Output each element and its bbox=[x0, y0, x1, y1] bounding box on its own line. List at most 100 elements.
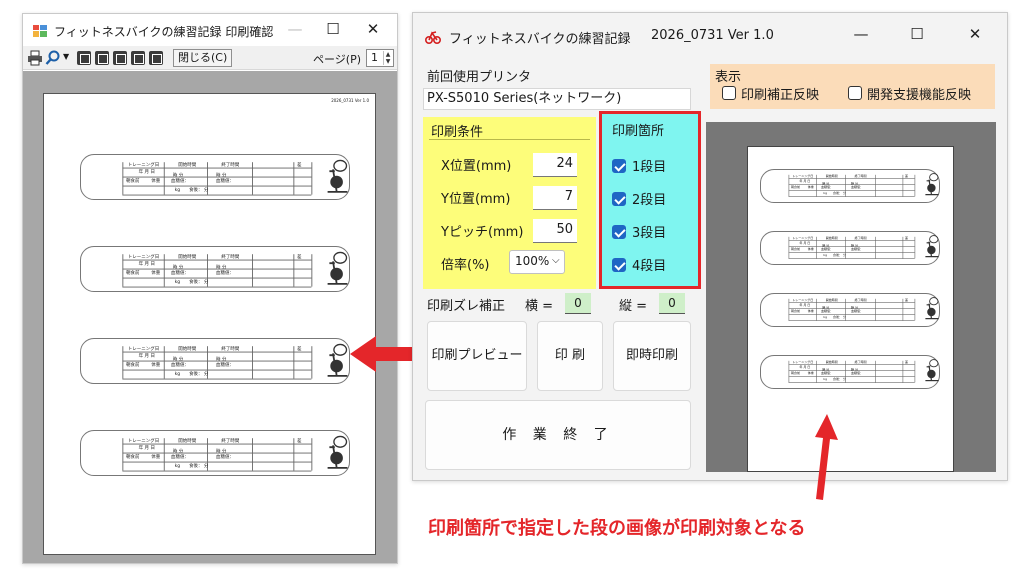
card-row-line bbox=[122, 286, 312, 288]
card-text: 血糖値： bbox=[216, 362, 235, 368]
preview-area: 2026_0731 Ver 1.0 トレーニング日 開始時間 終了時間差年 月 日時… bbox=[23, 71, 397, 563]
up-arrow-icon bbox=[815, 414, 838, 500]
offset-v-label: 縦 = bbox=[619, 299, 648, 314]
one-page-icon[interactable] bbox=[77, 51, 91, 65]
print-button[interactable]: 印 刷 bbox=[537, 321, 603, 391]
card-col-line bbox=[293, 438, 295, 471]
three-page-icon[interactable] bbox=[113, 51, 127, 65]
y-position-input[interactable]: 7 bbox=[533, 186, 577, 210]
card-text: 年 月 日 bbox=[138, 261, 155, 267]
finish-button[interactable]: 作 業 終 了 bbox=[425, 400, 691, 470]
card-text: 体重 bbox=[151, 270, 161, 276]
card-col-line bbox=[875, 236, 876, 259]
close-preview-button[interactable]: 閉じる(C) bbox=[173, 49, 233, 67]
card-text: 血糖値： bbox=[171, 454, 190, 460]
version-label: 2026_0731 Ver 1.0 bbox=[651, 28, 774, 43]
close-window-button[interactable]: ✕ bbox=[359, 20, 387, 38]
card-col-line bbox=[122, 438, 124, 471]
zoom-icon[interactable] bbox=[45, 50, 61, 66]
card-text: 差 bbox=[905, 298, 909, 303]
layout-preview-area: トレーニング日 開始時間 終了時間差年 月 日時 分時 分朝食前 体重 血糖値： 血糖値：… bbox=[706, 122, 996, 472]
layout-preview-page: トレーニング日 開始時間 終了時間差年 月 日時 分時 分朝食前 体重 血糖値： 血糖値：… bbox=[747, 146, 954, 472]
card-text: 食後： 分 bbox=[833, 315, 846, 320]
page-spinner[interactable]: 1 ▲ ▼ bbox=[366, 49, 394, 67]
two-page-icon[interactable] bbox=[95, 51, 109, 65]
card-text: 血糖値： bbox=[821, 309, 834, 314]
x-position-label: X位置(mm) bbox=[441, 159, 512, 174]
card-text: 血糖値： bbox=[171, 362, 190, 368]
label-card: トレーニング日 開始時間 終了時間差年 月 日時 分時 分朝食前 体重 血糖値： 血糖値：… bbox=[760, 231, 940, 265]
card-text: 開始時間 bbox=[825, 298, 838, 303]
maximize-button[interactable]: ☐ bbox=[319, 20, 347, 38]
card-col-line bbox=[816, 360, 817, 383]
card-col-line bbox=[293, 254, 295, 287]
preview-page: 2026_0731 Ver 1.0 トレーニング日 開始時間 終了時間差年 月 日時… bbox=[43, 93, 376, 555]
row1-checkbox[interactable] bbox=[612, 159, 626, 173]
card-text: トレーニング日 bbox=[127, 438, 160, 444]
close-window-button[interactable]: ✕ bbox=[961, 25, 989, 43]
card-col-line bbox=[311, 438, 313, 471]
card-text: 朝食前 bbox=[126, 362, 140, 368]
minimize-button[interactable]: — bbox=[847, 25, 875, 43]
card-col-line bbox=[122, 162, 124, 195]
card-col-line bbox=[163, 162, 165, 195]
minimize-button[interactable]: — bbox=[281, 20, 309, 38]
positions-label: 印刷箇所 bbox=[612, 124, 665, 139]
card-text: 開始時間 bbox=[178, 254, 197, 260]
card-row-line bbox=[122, 167, 312, 169]
card-text: 体重 bbox=[151, 454, 161, 460]
card-text: 終了時間 bbox=[221, 254, 240, 260]
offset-v-input[interactable]: 0 bbox=[659, 293, 685, 314]
row3-checkbox[interactable] bbox=[612, 225, 626, 239]
row4-checkbox[interactable] bbox=[612, 258, 626, 272]
card-text: 食後： 分 bbox=[189, 371, 209, 377]
card-text: 終了時間 bbox=[854, 174, 867, 179]
card-text: 開始時間 bbox=[825, 236, 838, 241]
display-options-panel: 表示 印刷補正反映 開発支援機能反映 bbox=[710, 64, 995, 109]
card-text: 差 bbox=[905, 236, 909, 241]
card-col-line bbox=[875, 174, 876, 197]
four-page-icon[interactable] bbox=[131, 51, 145, 65]
card-row-line bbox=[788, 320, 915, 321]
zoom-dropdown-icon[interactable]: ▼ bbox=[63, 52, 69, 61]
card-col-line bbox=[122, 254, 124, 287]
maximize-button[interactable]: ☐ bbox=[903, 25, 931, 43]
print-preview-button[interactable]: 印刷プレビュー bbox=[427, 321, 527, 391]
preview-toolbar: ▼ 閉じる(C) ページ(P) 1 ▲ ▼ bbox=[23, 46, 397, 70]
card-text: 血糖値： bbox=[851, 371, 864, 376]
exercise-bike-icon bbox=[327, 159, 348, 193]
card-text: kg bbox=[823, 191, 828, 196]
correction-checkbox[interactable] bbox=[722, 86, 736, 100]
label-card: トレーニング日 開始時間 終了時間差年 月 日時 分時 分朝食前 体重 血糖値： 血糖値：… bbox=[760, 293, 940, 327]
instant-print-button[interactable]: 即時印刷 bbox=[613, 321, 691, 391]
label-card: トレーニング日 開始時間 終了時間差年 月 日時 分時 分朝食前 体重 血糖値： 血糖値：… bbox=[80, 338, 350, 384]
row2-checkbox[interactable] bbox=[612, 192, 626, 206]
card-text: 血糖値： bbox=[821, 371, 834, 376]
card-text: トレーニング日 bbox=[127, 346, 160, 352]
card-text: 差 bbox=[905, 174, 909, 179]
card-col-line bbox=[293, 346, 295, 379]
exercise-bike-icon bbox=[925, 173, 939, 196]
six-page-icon[interactable] bbox=[149, 51, 163, 65]
y-pitch-label: Yピッチ(mm) bbox=[441, 225, 524, 240]
card-col-line bbox=[252, 346, 253, 379]
card-col-line bbox=[902, 360, 904, 383]
printer-field[interactable]: PX-S5010 Series(ネットワーク) bbox=[423, 88, 691, 110]
card-text: 食後： 分 bbox=[833, 191, 846, 196]
dev-support-checkbox[interactable] bbox=[848, 86, 862, 100]
x-position-input[interactable]: 24 bbox=[533, 153, 577, 177]
printer-icon[interactable] bbox=[27, 50, 43, 66]
card-text: 終了時間 bbox=[221, 162, 240, 168]
scale-select[interactable]: 100% ⌵ bbox=[509, 250, 565, 274]
spinner-arrows-icon[interactable]: ▲ ▼ bbox=[383, 51, 392, 65]
y-pitch-input[interactable]: 50 bbox=[533, 219, 577, 243]
card-text: 食後： 分 bbox=[189, 463, 209, 469]
y-position-label: Y位置(mm) bbox=[441, 192, 511, 207]
card-text: トレーニング日 bbox=[792, 236, 814, 241]
offset-h-input[interactable]: 0 bbox=[565, 293, 591, 314]
card-text: 朝食前 bbox=[126, 454, 140, 460]
card-col-line bbox=[816, 298, 817, 321]
scale-label: 倍率(%) bbox=[441, 258, 490, 273]
card-col-line bbox=[875, 360, 876, 383]
card-col-line bbox=[252, 254, 253, 287]
